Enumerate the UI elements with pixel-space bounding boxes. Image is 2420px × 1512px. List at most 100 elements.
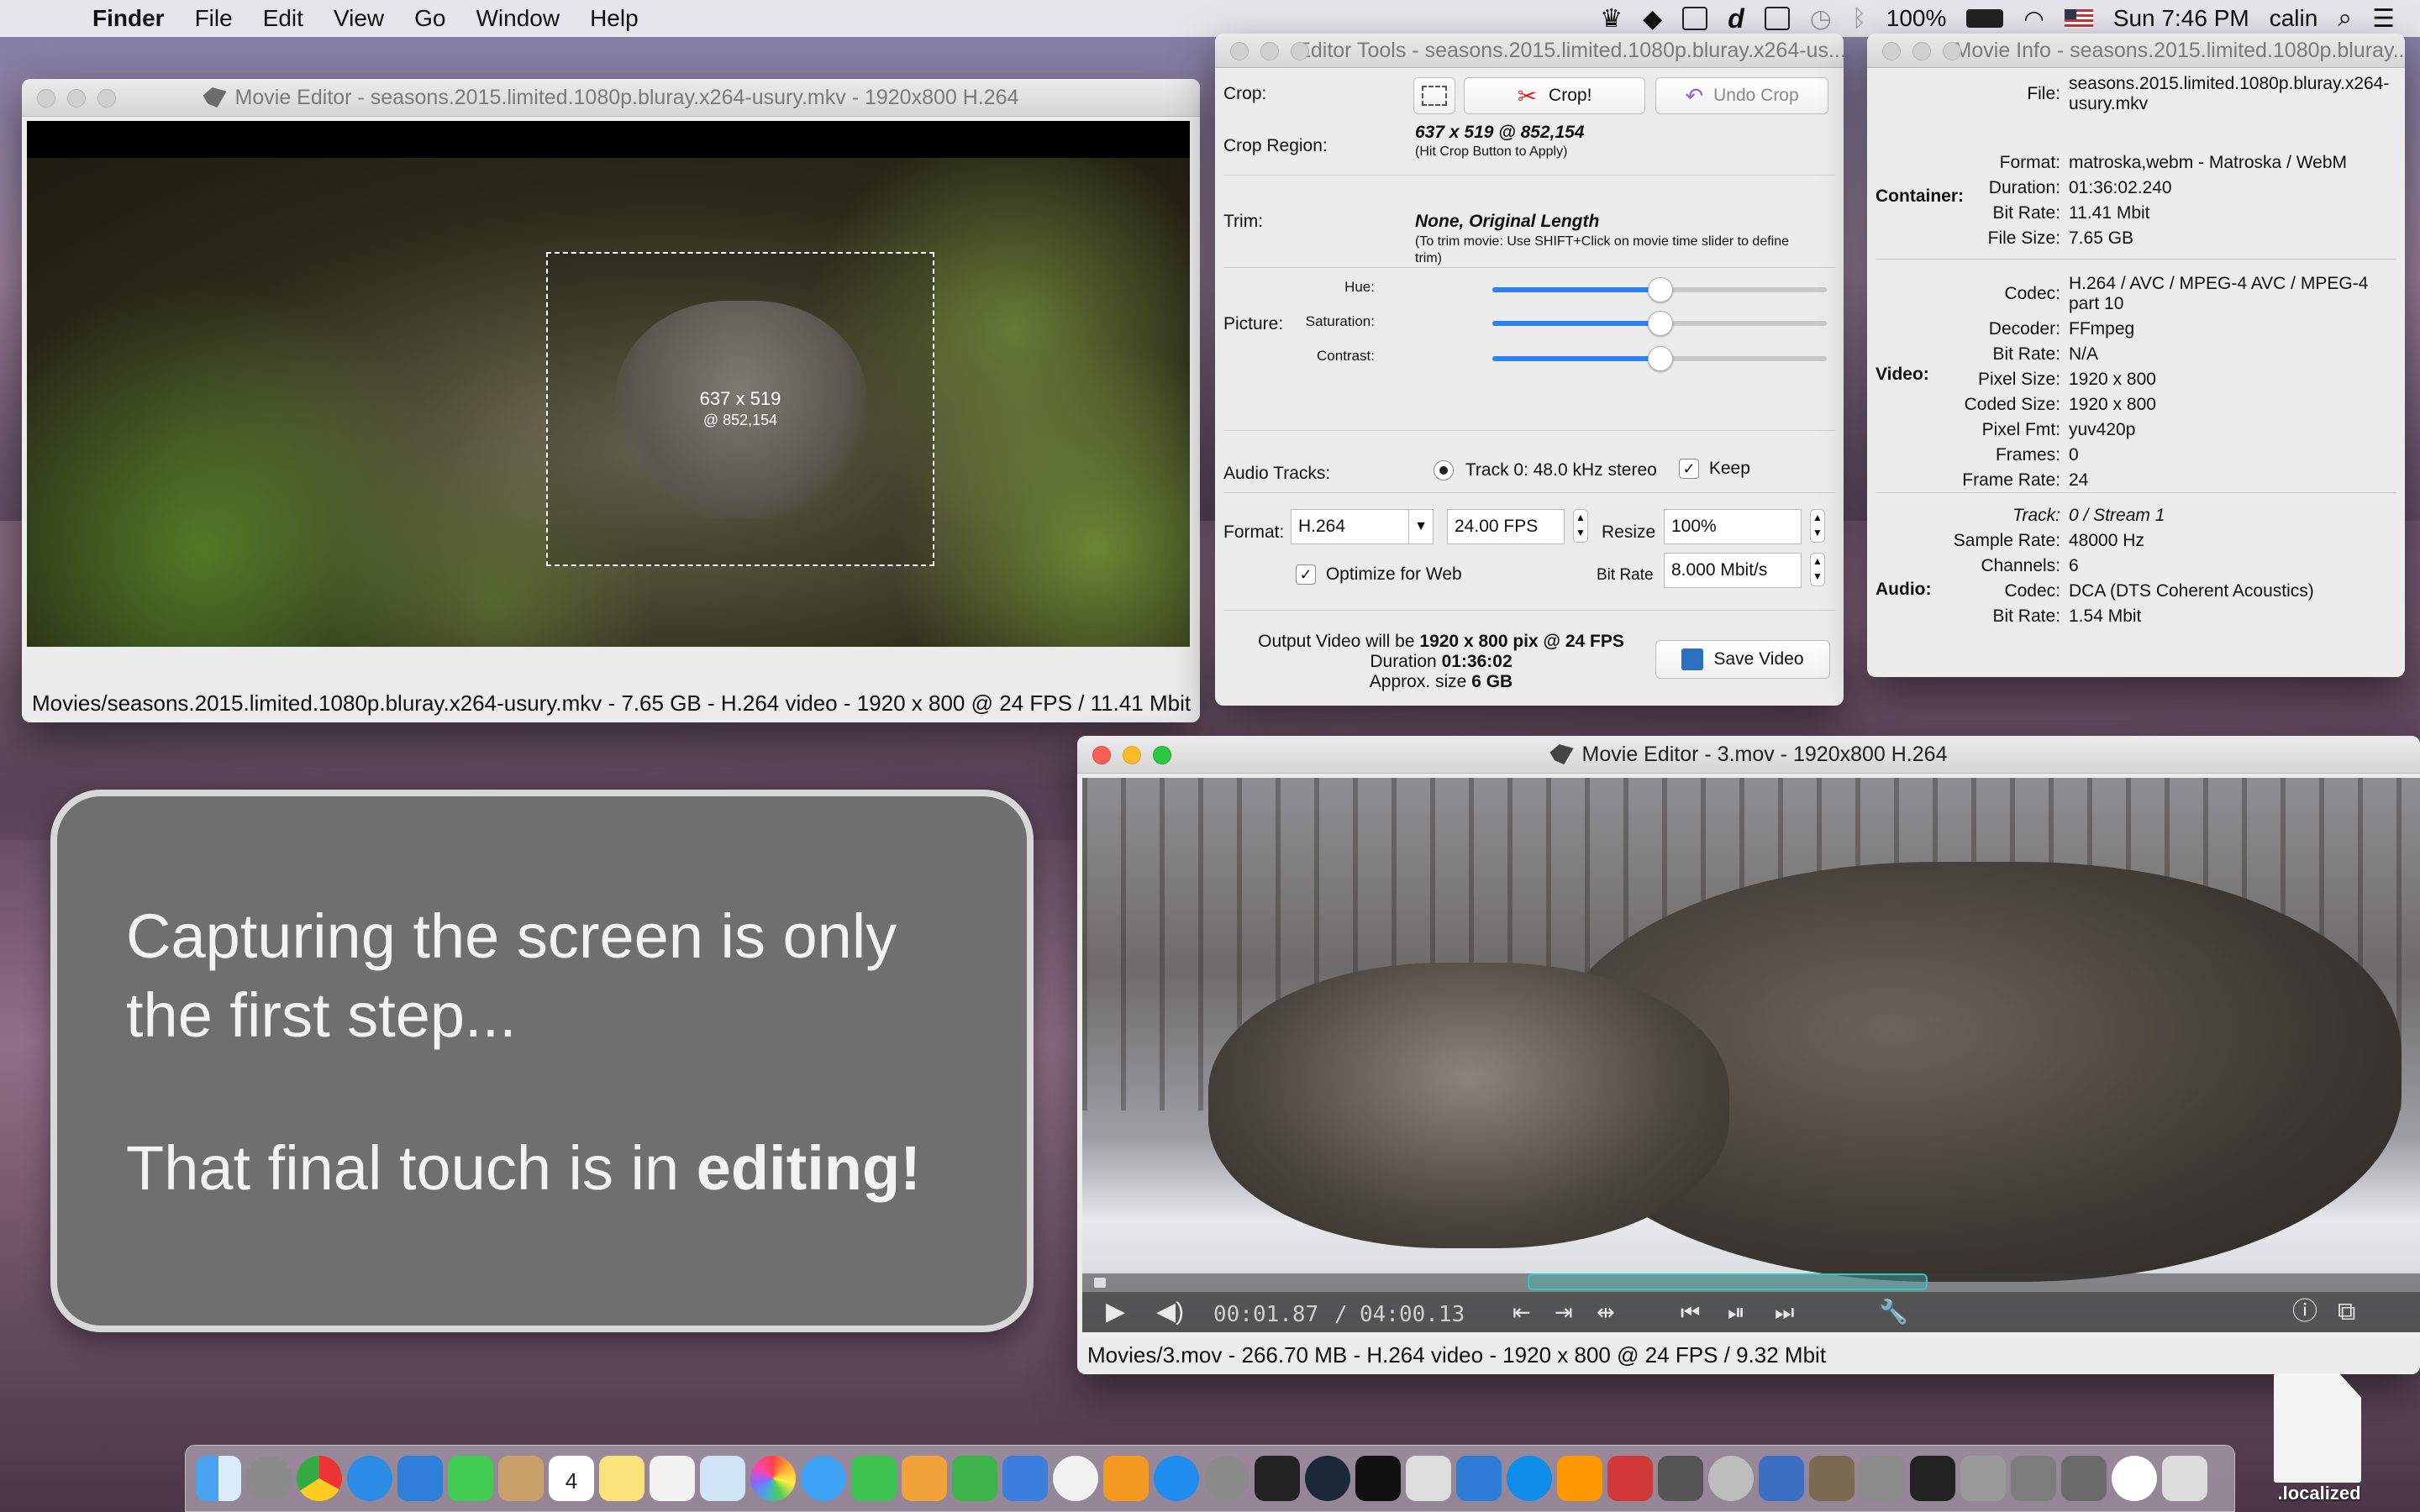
minimize-button[interactable]: [1123, 746, 1141, 764]
teamviewer-icon[interactable]: [1507, 1456, 1552, 1501]
play-icon[interactable]: ▶: [1106, 1299, 1125, 1326]
contrast-slider[interactable]: [1492, 346, 1827, 371]
user-name[interactable]: calin: [2270, 5, 2318, 32]
resize-stepper[interactable]: ▲ ▼: [1810, 509, 1825, 543]
menu-app-finder[interactable]: Finder: [92, 5, 165, 32]
numbers-icon[interactable]: [952, 1456, 997, 1501]
keynote-icon[interactable]: [1002, 1456, 1048, 1501]
crop-select-tool-icon[interactable]: [1413, 77, 1455, 114]
screen-recorder-icon[interactable]: [2112, 1456, 2157, 1501]
messages-icon[interactable]: [801, 1456, 846, 1501]
notes-icon[interactable]: [599, 1456, 644, 1501]
zoom-button[interactable]: [1943, 42, 1961, 60]
resize-field[interactable]: 100%: [1664, 509, 1802, 544]
fps-field[interactable]: 24.00 FPS: [1447, 509, 1565, 544]
reminders-icon[interactable]: [650, 1456, 695, 1501]
fps-stepper[interactable]: ▲ ▼: [1573, 509, 1588, 543]
us-flag-icon[interactable]: [2064, 9, 2093, 28]
undo-crop-button[interactable]: ↶ Undo Crop: [1655, 77, 1828, 114]
zoom-button[interactable]: [1291, 42, 1309, 60]
ibooks-icon[interactable]: [1103, 1456, 1149, 1501]
split-icon[interactable]: ⇹: [1597, 1299, 1615, 1326]
viking-icon[interactable]: [1860, 1456, 1905, 1501]
notification-center-icon[interactable]: ☰: [2372, 4, 2395, 34]
audio-track-radio[interactable]: Track 0: 48.0 kHz stereo: [1434, 460, 1657, 481]
launchpad-icon[interactable]: [246, 1456, 292, 1501]
hue-slider-knob[interactable]: [1648, 277, 1673, 302]
steam-icon[interactable]: [1305, 1456, 1350, 1501]
close-button[interactable]: [1882, 42, 1901, 60]
bitrate-stepper[interactable]: ▲ ▼: [1810, 553, 1825, 586]
status-app-icon[interactable]: ♛: [1600, 4, 1623, 34]
sequel-icon[interactable]: [1759, 1456, 1804, 1501]
wrench-icon[interactable]: 🔧: [1879, 1299, 1908, 1326]
automator-icon[interactable]: [2011, 1456, 2056, 1501]
format-select[interactable]: H.264 ▼: [1291, 509, 1434, 544]
contacts-icon[interactable]: [498, 1456, 544, 1501]
menu-go[interactable]: Go: [414, 5, 445, 32]
close-button[interactable]: [37, 89, 55, 108]
sublime-icon[interactable]: [1557, 1456, 1602, 1501]
gimp-icon[interactable]: [1809, 1456, 1854, 1501]
facetime-icon[interactable]: [851, 1456, 897, 1501]
movie-editor-dock-icon[interactable]: [2061, 1456, 2107, 1501]
playhead[interactable]: [1094, 1278, 1106, 1288]
time-slider[interactable]: [1082, 1273, 2420, 1292]
battery-icon[interactable]: [1966, 9, 2004, 28]
saturation-slider-knob[interactable]: [1648, 311, 1673, 336]
crop-button[interactable]: ✂ Crop!: [1464, 77, 1645, 114]
zoom-button[interactable]: [97, 89, 116, 108]
step-forward-icon[interactable]: ⏯: [1728, 1299, 1745, 1326]
menu-window[interactable]: Window: [476, 5, 560, 32]
menu-help[interactable]: Help: [590, 5, 639, 32]
titlebar[interactable]: Movie Editor - seasons.2015.limited.1080…: [22, 79, 1200, 117]
system-preferences-icon[interactable]: [1204, 1456, 1249, 1501]
apple-menu-icon[interactable]: [32, 3, 62, 34]
video-player[interactable]: [1082, 778, 2420, 1332]
dictionary-icon[interactable]: d: [1728, 3, 1744, 34]
bluetooth-icon[interactable]: ᛒ: [1852, 5, 1866, 32]
itunes-icon[interactable]: [1053, 1456, 1098, 1501]
finder-icon[interactable]: [196, 1456, 241, 1501]
skip-back-icon[interactable]: ⏮: [1681, 1299, 1700, 1326]
zoom-button[interactable]: [1153, 746, 1171, 764]
close-button[interactable]: [1230, 42, 1249, 60]
skip-forward-icon[interactable]: ⏭: [1775, 1299, 1794, 1326]
titlebar[interactable]: Movie Editor - 3.mov - 1920x800 H.264: [1077, 736, 2420, 774]
xcode-icon[interactable]: [397, 1456, 443, 1501]
keep-checkbox[interactable]: ✓ Keep: [1679, 459, 1750, 480]
spotlight-search-icon[interactable]: ⌕: [2338, 4, 2352, 33]
set-trim-start-icon[interactable]: ⇤: [1512, 1299, 1531, 1326]
chrome-icon[interactable]: [297, 1456, 342, 1501]
set-trim-end-icon[interactable]: ⇥: [1555, 1299, 1573, 1326]
wifi-icon[interactable]: ◠: [2023, 5, 2044, 33]
contrast-slider-knob[interactable]: [1648, 346, 1673, 371]
time-machine-icon[interactable]: ◷: [1810, 4, 1832, 34]
export-icon[interactable]: ⧉: [2338, 1299, 2355, 1326]
display-icon[interactable]: [1764, 7, 1790, 30]
font-book-icon[interactable]: [1960, 1456, 2006, 1501]
menu-file[interactable]: File: [195, 5, 233, 32]
app-store-icon[interactable]: [1154, 1456, 1199, 1501]
info-icon[interactable]: ⓘ: [2292, 1299, 2317, 1326]
terminal-icon[interactable]: [1255, 1456, 1300, 1501]
screen-sharing-icon[interactable]: [1456, 1456, 1502, 1501]
photo-booth-icon[interactable]: [1607, 1456, 1653, 1501]
activity-monitor-icon[interactable]: [1355, 1456, 1401, 1501]
save-video-button[interactable]: Save Video: [1655, 640, 1830, 679]
desktop-file-localized[interactable]: .localized: [2269, 1373, 2378, 1504]
video-player[interactable]: 637 x 519 @ 852,154: [27, 121, 1190, 647]
bitrate-field[interactable]: 8.000 Mbit/s: [1664, 553, 1802, 588]
minimize-button[interactable]: [67, 89, 86, 108]
volume-icon[interactable]: ◀): [1156, 1299, 1184, 1326]
trim-selection[interactable]: [1528, 1273, 1928, 1290]
dropbox-icon[interactable]: ◆: [1643, 4, 1662, 34]
trash-icon[interactable]: [2162, 1456, 2207, 1501]
optimize-web-checkbox[interactable]: ✓ Optimize for Web: [1296, 564, 1462, 585]
pages-icon[interactable]: [902, 1456, 947, 1501]
crop-selection[interactable]: 637 x 519 @ 852,154: [546, 252, 934, 566]
script-editor-icon[interactable]: [1406, 1456, 1451, 1501]
preview-icon[interactable]: [700, 1456, 745, 1501]
calendar-icon[interactable]: 4: [549, 1456, 594, 1501]
clock[interactable]: Sun 7:46 PM: [2113, 5, 2249, 32]
